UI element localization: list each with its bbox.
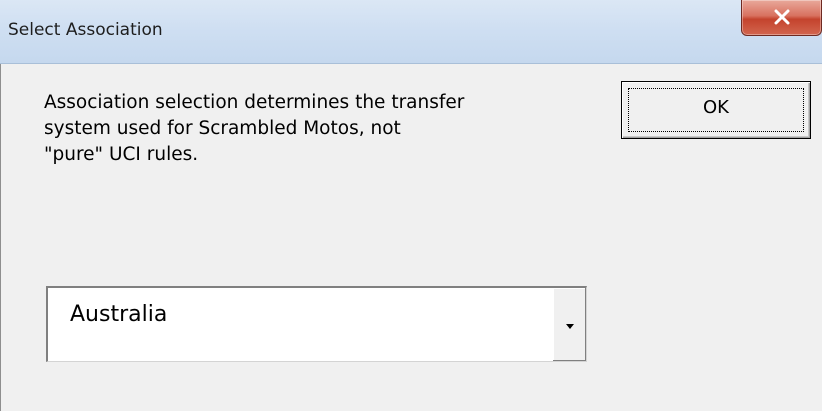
message-line-3: "pure" UCI rules. [44, 144, 199, 165]
dropdown-arrow-icon [566, 324, 574, 329]
dropdown-button[interactable] [552, 288, 586, 361]
close-x-icon [774, 9, 790, 25]
message-line-1: Association selection determines the tra… [44, 92, 465, 113]
message-line-2: system used for Scrambled Motos, not [44, 118, 401, 139]
window-left-border [0, 64, 1, 411]
title-bar[interactable]: Select Association [0, 0, 822, 64]
close-button[interactable] [741, 0, 822, 36]
select-association-dialog: Select Association Association selection… [0, 0, 822, 411]
window-title: Select Association [8, 20, 163, 40]
association-combobox[interactable]: Australia [46, 286, 587, 362]
ok-button-label: OK [703, 97, 729, 118]
info-message: Association selection determines the tra… [44, 90, 584, 168]
association-selected-value: Australia [70, 302, 168, 327]
ok-button[interactable]: OK [621, 81, 811, 139]
